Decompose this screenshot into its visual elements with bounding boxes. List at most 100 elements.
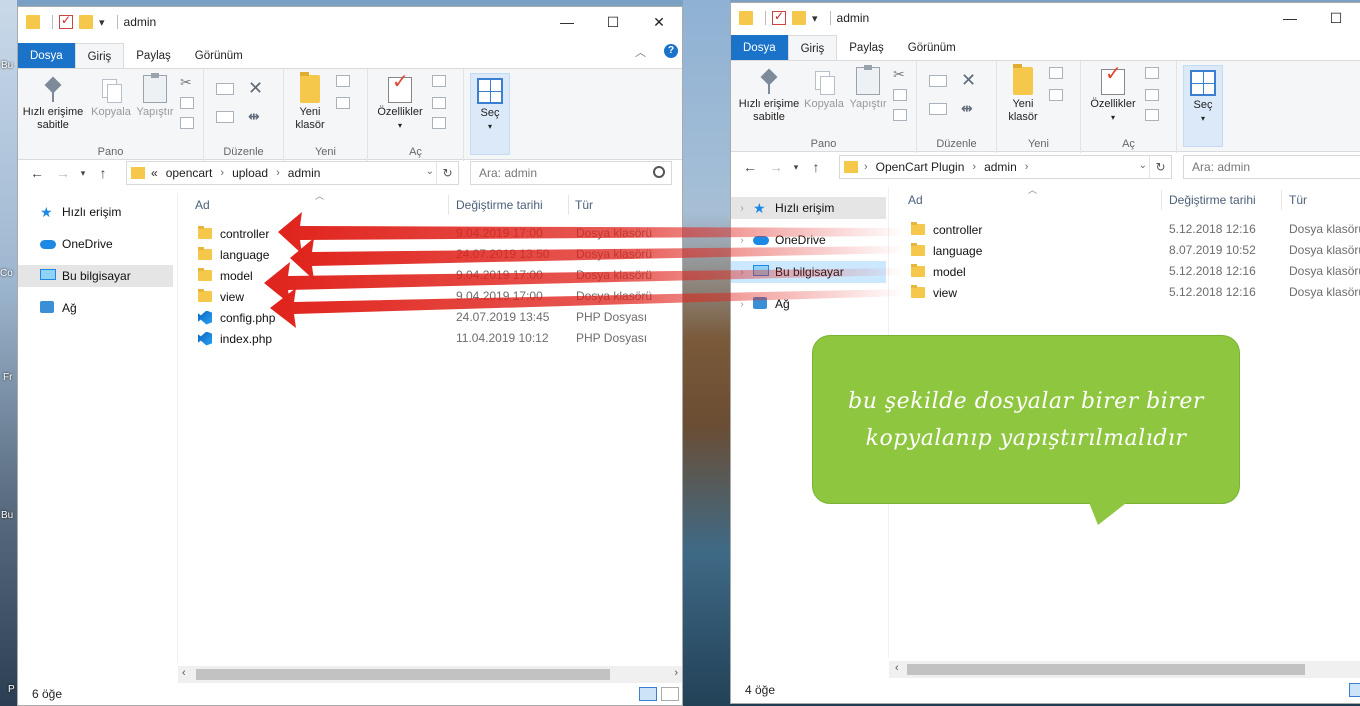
pin-quick-access-button[interactable]: Hızlı erişime sabitle — [735, 69, 803, 124]
column-header-name[interactable]: Ad — [908, 188, 923, 212]
horizontal-scrollbar[interactable]: ‹ › — [178, 666, 682, 683]
forward-button[interactable]: → — [50, 165, 76, 181]
easy-access-icon[interactable] — [1049, 89, 1063, 101]
quick-access-dropdown-icon[interactable]: ▾ — [99, 16, 105, 29]
nav-item-this-pc[interactable]: › Bu bilgisayar — [731, 261, 886, 283]
chevron-down-icon[interactable]: ⌄ — [426, 166, 434, 177]
delete-icon[interactable]: ✕ — [961, 71, 976, 89]
nav-item-network[interactable]: Ağ — [18, 297, 177, 319]
scrollbar-thumb[interactable] — [196, 669, 610, 680]
nav-item-onedrive[interactable]: › OneDrive — [731, 229, 888, 251]
up-button[interactable]: ↑ — [803, 159, 829, 175]
nav-item-quick-access[interactable]: › ★ Hızlı erişim — [731, 197, 886, 219]
title-bar[interactable]: ▾ admin — [731, 3, 1360, 33]
expand-icon[interactable]: › — [731, 299, 753, 310]
copy-to-icon[interactable] — [929, 103, 947, 115]
cut-icon[interactable]: ✂ — [180, 73, 192, 91]
back-button[interactable]: ← — [24, 165, 50, 181]
minimize-button[interactable]: — — [544, 7, 590, 37]
breadcrumb-opencart-plugin[interactable]: OpenCart Plugin — [876, 160, 965, 174]
tab-home[interactable]: Giriş — [787, 35, 838, 61]
rename-icon[interactable]: ⇹ — [248, 107, 260, 125]
refresh-icon[interactable]: ↻ — [436, 162, 458, 184]
nav-item-network[interactable]: › Ağ — [731, 293, 888, 315]
desktop-icon-label[interactable]: Bu — [1, 510, 13, 521]
scroll-right-icon[interactable]: › — [674, 667, 678, 679]
desktop-icon-label[interactable]: P — [8, 684, 15, 695]
new-item-icon[interactable] — [336, 75, 350, 87]
nav-item-this-pc[interactable]: Bu bilgisayar — [18, 265, 173, 287]
open-icon[interactable] — [1145, 67, 1159, 79]
tab-home[interactable]: Giriş — [74, 43, 125, 69]
up-button[interactable]: ↑ — [90, 165, 116, 181]
easy-access-icon[interactable] — [336, 97, 350, 109]
nav-item-quick-access[interactable]: ★ Hızlı erişim — [18, 201, 177, 223]
paste-button[interactable]: Yapıştır — [847, 65, 889, 111]
recent-dropdown-icon[interactable]: ▾ — [76, 168, 90, 179]
search-input[interactable]: Ara: admin — [1183, 155, 1360, 179]
help-icon[interactable]: ? — [664, 44, 678, 58]
column-header-type[interactable]: Tür — [1289, 188, 1307, 212]
properties-button[interactable]: Özellikler ▾ — [374, 76, 426, 132]
collapse-ribbon-icon[interactable]: ︿ — [635, 44, 646, 60]
horizontal-scrollbar[interactable]: ‹ — [889, 661, 1360, 678]
pin-quick-access-button[interactable]: Hızlı erişime sabitle — [22, 77, 84, 132]
column-header-name[interactable]: Ad — [195, 193, 210, 217]
tab-view[interactable]: Görünüm — [896, 35, 968, 61]
column-header-date[interactable]: Değiştirme tarihi — [456, 193, 543, 217]
refresh-icon[interactable]: ↻ — [1149, 156, 1171, 178]
quick-access-dropdown-icon[interactable]: ▾ — [812, 12, 818, 25]
expand-icon[interactable]: › — [731, 235, 753, 246]
address-bar[interactable]: › OpenCart Plugin › admin › ⌄ ↻ — [839, 155, 1172, 179]
edit-icon[interactable] — [432, 97, 446, 109]
rename-icon[interactable]: ⇹ — [961, 99, 973, 117]
tab-share[interactable]: Paylaş — [124, 43, 183, 69]
select-button[interactable]: Seç ▾ — [470, 73, 510, 155]
history-icon[interactable] — [432, 117, 446, 129]
copy-button[interactable]: Kopyala — [803, 69, 845, 111]
desktop-icon-label[interactable]: Fr — [3, 372, 12, 383]
open-icon[interactable] — [432, 75, 446, 87]
cut-icon[interactable]: ✂ — [893, 65, 905, 83]
copy-path-icon[interactable] — [180, 97, 194, 109]
copy-to-icon[interactable] — [216, 111, 234, 123]
breadcrumb-overflow[interactable]: « — [151, 166, 158, 180]
nav-item-onedrive[interactable]: OneDrive — [18, 233, 177, 255]
properties-button[interactable]: Özellikler ▾ — [1087, 68, 1139, 124]
scrollbar-thumb[interactable] — [907, 664, 1305, 675]
minimize-button[interactable]: — — [1267, 3, 1313, 33]
tab-view[interactable]: Görünüm — [183, 43, 255, 69]
paste-button[interactable]: Yapıştır — [134, 73, 176, 119]
search-input[interactable]: Ara: admin — [470, 161, 672, 185]
edit-icon[interactable] — [1145, 89, 1159, 101]
column-header-type[interactable]: Tür — [575, 193, 593, 217]
column-header-date[interactable]: Değiştirme tarihi — [1169, 188, 1256, 212]
breadcrumb-opencart[interactable]: opencart — [166, 166, 213, 180]
move-to-icon[interactable] — [216, 83, 234, 95]
details-view-button[interactable] — [639, 687, 657, 701]
history-icon[interactable] — [1145, 109, 1159, 121]
expand-icon[interactable]: › — [731, 203, 753, 214]
breadcrumb-upload[interactable]: upload — [232, 166, 268, 180]
copy-path-icon[interactable] — [893, 89, 907, 101]
tab-file[interactable]: Dosya — [18, 43, 75, 69]
new-folder-button[interactable]: Yeni klasör — [286, 72, 334, 132]
expand-icon[interactable]: › — [731, 267, 753, 278]
move-to-icon[interactable] — [929, 75, 947, 87]
scroll-left-icon[interactable]: ‹ — [895, 662, 899, 674]
maximize-button[interactable]: ☐ — [590, 7, 636, 37]
back-button[interactable]: ← — [737, 159, 763, 175]
new-folder-quick-icon[interactable] — [792, 11, 806, 25]
new-folder-quick-icon[interactable] — [79, 15, 93, 29]
select-button[interactable]: Seç ▾ — [1183, 65, 1223, 147]
maximize-button[interactable]: ☐ — [1313, 3, 1359, 33]
desktop-icon-label[interactable]: Bu — [1, 60, 13, 71]
paste-shortcut-icon[interactable] — [180, 117, 194, 129]
recent-dropdown-icon[interactable]: ▾ — [789, 162, 803, 173]
tab-share[interactable]: Paylaş — [837, 35, 896, 61]
address-bar[interactable]: « opencart › upload › admin ⌄ ↻ — [126, 161, 459, 185]
chevron-down-icon[interactable]: ⌄ — [1139, 160, 1147, 171]
tab-file[interactable]: Dosya — [731, 35, 788, 61]
delete-icon[interactable]: ✕ — [248, 79, 263, 97]
breadcrumb-admin[interactable]: admin — [288, 166, 321, 180]
